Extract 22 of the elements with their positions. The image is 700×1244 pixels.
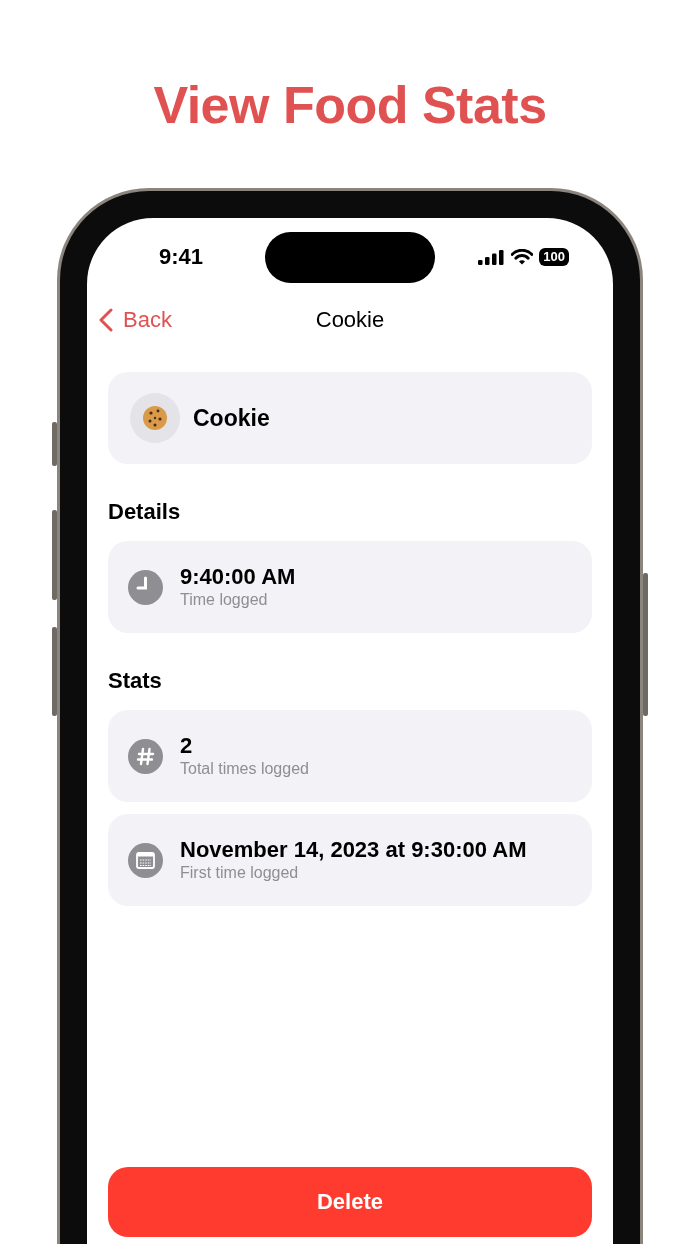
headline: View Food Stats	[153, 75, 547, 136]
calendar-icon	[128, 842, 163, 878]
back-button[interactable]: Back	[87, 307, 172, 333]
stat-caption: Total times logged	[180, 759, 309, 779]
section-title: Details	[108, 498, 182, 526]
delete-button[interactable]: Delete	[108, 1167, 592, 1237]
nav-title: Cookie	[315, 307, 385, 333]
wifi-icon	[511, 249, 534, 265]
stat-caption: Time logged	[180, 590, 269, 610]
signal-icon	[478, 249, 506, 265]
clock-icon	[128, 569, 163, 605]
stat-value: 2	[180, 733, 194, 759]
status-time: 9:41	[159, 244, 204, 270]
hash-icon	[128, 738, 163, 774]
section-title: Stats	[108, 667, 163, 695]
stat-value: November 14, 2023 at 9:30:00 AM	[180, 837, 527, 863]
food-name: Cookie	[193, 404, 270, 432]
stat-value: 9:40:00 AM	[180, 564, 296, 590]
cookie-icon	[142, 405, 168, 431]
battery-level: 100	[539, 248, 569, 266]
chevron-left-icon	[99, 308, 113, 332]
stat-caption: First time logged	[180, 863, 300, 883]
